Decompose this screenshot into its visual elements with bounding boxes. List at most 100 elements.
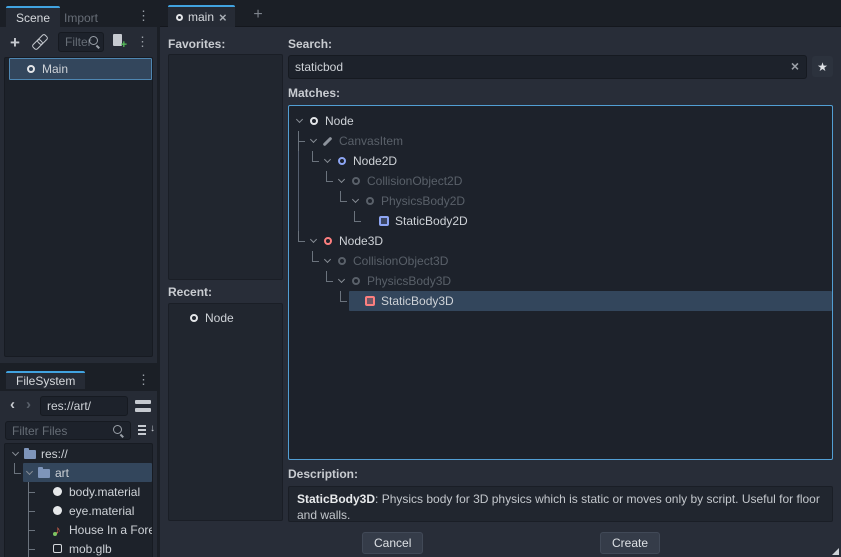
favorite-toggle-button[interactable]: ★	[812, 56, 833, 77]
tree-item-canvasitem[interactable]: CanvasItem	[289, 131, 832, 151]
tree-item-body-material[interactable]: body.material	[5, 482, 152, 501]
tree-item-label: mob.glb	[69, 542, 112, 556]
body3d-icon	[362, 296, 377, 306]
add-node-button[interactable]: +	[10, 34, 20, 51]
scene-tab-bar: main × +	[160, 0, 841, 27]
tree-item-label: Node	[205, 311, 234, 325]
tree-guide	[293, 131, 307, 151]
row-content: Node3D	[307, 231, 832, 251]
expand-arrow-icon[interactable]	[11, 449, 21, 459]
node-search-input[interactable]	[288, 55, 807, 79]
filesystem-tree: res://artbody.material eye.material ♪House…	[4, 443, 153, 557]
tab-scene[interactable]: Scene	[6, 6, 60, 27]
brush-icon	[320, 140, 335, 143]
godot-editor: Scene Import ⋮ + ⋮ Main	[0, 0, 841, 557]
folder-icon	[22, 448, 37, 459]
star-icon: ★	[817, 60, 828, 74]
tree-item-label: PhysicsBody3D	[367, 274, 451, 288]
filesystem-path-input[interactable]	[40, 396, 128, 416]
expand-arrow-icon[interactable]	[295, 116, 305, 126]
row-content: eye.material	[37, 501, 152, 520]
tree-item-house-in-a-forest-lo[interactable]: ♪House In a Forest Lo	[5, 520, 152, 539]
forward-icon[interactable]: ›	[26, 396, 31, 413]
expand-arrow-icon[interactable]	[337, 176, 347, 186]
audio-icon: ♪	[50, 524, 65, 536]
new-scene-tab-button[interactable]: +	[248, 5, 268, 25]
tree-item-collisionobject2d[interactable]: CollisionObject2D	[289, 171, 832, 191]
scene-dock-body: + ⋮ Main	[0, 27, 157, 363]
instantiate-scene-button[interactable]	[32, 34, 48, 49]
expand-arrow-icon[interactable]	[309, 236, 319, 246]
cancel-button-label: Cancel	[374, 536, 411, 550]
tree-item-staticbody3d[interactable]: StaticBody3D	[289, 291, 832, 311]
row-content: PhysicsBody3D	[335, 271, 832, 291]
expand-arrow-icon[interactable]	[25, 468, 35, 478]
tree-item-label: eye.material	[69, 504, 134, 518]
tree-guide	[23, 539, 37, 557]
tree-item-node3d[interactable]: Node3D	[289, 231, 832, 251]
cancel-button[interactable]: Cancel	[362, 532, 423, 554]
tree-item-art[interactable]: art	[5, 463, 152, 482]
selected-row-highlight: art	[23, 463, 152, 482]
tree-item-node[interactable]: Node	[169, 308, 282, 328]
back-icon[interactable]: ‹	[10, 396, 15, 413]
tab-import[interactable]: Import	[54, 6, 108, 27]
tree-guide	[23, 501, 37, 521]
tree-guide	[293, 231, 307, 251]
scene-toolbar-menu-icon[interactable]: ⋮	[136, 35, 149, 48]
tree-item-node2d[interactable]: Node2D	[289, 151, 832, 171]
search-icon	[89, 36, 101, 48]
left-dock-column: Scene Import ⋮ + ⋮ Main	[0, 0, 157, 557]
node-icon	[306, 117, 321, 125]
tree-item-staticbody2d[interactable]: StaticBody2D	[289, 211, 832, 231]
expand-arrow-icon[interactable]	[323, 256, 333, 266]
filesystem-dock-menu-icon[interactable]: ⋮	[137, 373, 150, 386]
expand-arrow-icon[interactable]	[351, 196, 361, 206]
row-content: Node	[293, 111, 832, 131]
node2d-icon	[334, 157, 349, 165]
tree-guide	[335, 291, 349, 311]
clear-search-icon[interactable]: ×	[791, 59, 799, 73]
window-resize-grip[interactable]	[832, 548, 839, 555]
recent-list: Node	[169, 304, 282, 328]
row-content: mob.glb	[37, 539, 152, 557]
row-content: CanvasItem	[307, 131, 832, 151]
tab-main-scene[interactable]: main ×	[168, 5, 235, 27]
create-button[interactable]: Create	[600, 532, 660, 554]
row-content: CollisionObject3D	[321, 251, 832, 271]
chain-link-icon	[32, 34, 48, 49]
row-content: ♪House In a Forest Lo	[37, 520, 152, 539]
close-icon[interactable]: ×	[219, 10, 227, 25]
tree-item-mob-glb[interactable]: mob.glb	[5, 539, 152, 557]
tree-item-main[interactable]: Main	[5, 58, 152, 80]
favorites-panel[interactable]	[168, 54, 283, 280]
recent-label: Recent:	[168, 285, 212, 299]
attach-script-button[interactable]	[113, 34, 122, 46]
recent-panel: Node	[168, 303, 283, 521]
node-icon	[23, 65, 38, 73]
expand-arrow-icon[interactable]	[323, 156, 333, 166]
description-label: Description:	[288, 467, 358, 481]
display-mode-icon[interactable]	[135, 400, 151, 412]
expand-arrow-icon[interactable]	[337, 276, 347, 286]
scene-dock-menu-icon[interactable]: ⋮	[137, 9, 150, 22]
tree-item-physicsbody3d[interactable]: PhysicsBody3D	[289, 271, 832, 291]
expand-arrow-icon[interactable]	[309, 136, 319, 146]
description-box: StaticBody3D: Physics body for 3D physic…	[288, 486, 833, 522]
sort-files-icon[interactable]: ↓	[138, 424, 153, 437]
tree-guide	[307, 151, 321, 171]
tree-item-node[interactable]: Node	[289, 111, 832, 131]
row-content: CollisionObject2D	[335, 171, 832, 191]
tree-item-res-[interactable]: res://	[5, 444, 152, 463]
tab-scene-label: Scene	[16, 11, 50, 25]
tree-item-collisionobject3d[interactable]: CollisionObject3D	[289, 251, 832, 271]
tree-item-eye-material[interactable]: eye.material	[5, 501, 152, 520]
search-icon	[113, 425, 125, 437]
tree-guide-line	[298, 171, 299, 191]
sphere-icon	[50, 506, 65, 515]
tree-item-physicsbody2d[interactable]: PhysicsBody2D	[289, 191, 832, 211]
tree-item-label: PhysicsBody2D	[381, 194, 465, 208]
row-content: res://	[9, 444, 152, 463]
tab-filesystem[interactable]: FileSystem	[6, 371, 85, 389]
ringdim-icon	[334, 257, 349, 265]
